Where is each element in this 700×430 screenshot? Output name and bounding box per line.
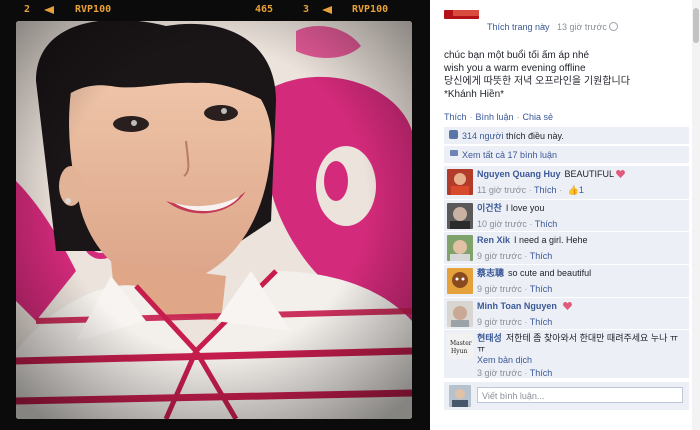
like-page-link[interactable]: Thích trang này [487, 22, 550, 32]
svg-text:Master: Master [450, 340, 472, 347]
commenter-name[interactable]: 이건찬 [477, 203, 502, 213]
comment-time[interactable]: 3 giờ trước [477, 368, 522, 378]
post-header: Thích trang này · 13 giờ trước [435, 10, 690, 32]
commenter-name[interactable]: Ren Xik [477, 235, 510, 245]
comment-item: Nguyen Quang Huy BEAUTIFUL 11 giờ trước ·… [444, 165, 689, 199]
film-label-right: RVP100 [352, 4, 389, 15]
comment-text: 저한테 좀 찾아와서 한대만 때려주세요 누나 ㅠㅠ [477, 333, 679, 354]
comment-item: Minh Toan Nguyen 9 giờ trước · Thích [444, 297, 689, 329]
view-all-comments[interactable]: Xem tất cả 17 bình luận [444, 146, 689, 163]
likes-count-link[interactable]: 314 người [462, 131, 503, 141]
comment-like-link[interactable]: Thích [530, 368, 553, 378]
comment-item: 이건찬 I love you 10 giờ trước · Thích [444, 199, 689, 231]
film-frame-left: 2 [24, 4, 31, 15]
comment-like-link[interactable]: Thích [530, 284, 553, 294]
avatar[interactable] [447, 203, 473, 229]
status-line: *Khánh Hiền* [444, 89, 505, 100]
view-all-comments-text: Xem tất cả 17 bình luận [462, 150, 558, 160]
film-frame-right: 3 [303, 4, 310, 15]
likes-summary: 314 người thích điều này. [444, 127, 689, 144]
status-line: wish you a warm evening offline [444, 63, 586, 74]
separator-dot: · [469, 112, 473, 122]
write-comment-box: Viết bình luận... [444, 382, 689, 410]
clock-icon [608, 22, 618, 31]
comment-time[interactable]: 9 giờ trước [477, 284, 522, 294]
comment-like-count[interactable]: 👍1 [568, 185, 584, 196]
comment-like-link[interactable]: Thích [530, 251, 553, 261]
heart-icon [562, 302, 572, 310]
comment-text: I need a girl. Hehe [514, 235, 588, 245]
thumbs-up-icon [449, 130, 458, 139]
separator-dot: · [516, 112, 520, 122]
film-strip: 2 RVP100 465 3 RVP100 [0, 0, 430, 20]
comment-text: I love you [505, 203, 545, 213]
page-thumbnail-overlay [453, 10, 479, 16]
heart-icon [616, 170, 625, 178]
like-action[interactable]: Thích [444, 112, 467, 122]
comment-action[interactable]: Bình luận [476, 112, 514, 122]
status-line: chúc bạn một buổi tối ấm áp nhé [444, 50, 590, 61]
comment-text: BEAUTIFUL [564, 169, 615, 179]
film-arrow-right-icon [322, 6, 332, 14]
comment-like-link[interactable]: Thích [530, 317, 553, 327]
film-counter: 465 [255, 4, 274, 15]
post-time-text: 13 giờ trước [557, 22, 607, 32]
avatar[interactable] [447, 235, 473, 261]
status-line: 당신에게 따뜻한 저녁 오프라인을 기원합니다 [444, 76, 630, 87]
comment-time[interactable]: 10 giờ trước [477, 219, 527, 229]
comment-like-link[interactable]: Thích [534, 185, 557, 195]
commenter-name[interactable]: Nguyen Quang Huy [477, 169, 561, 179]
post-status-text: chúc bạn một buổi tối ấm áp nhé wish you… [444, 49, 630, 101]
post-time[interactable]: 13 giờ trước [557, 22, 618, 32]
comment-time[interactable]: 9 giờ trước [477, 251, 522, 261]
comment-bubble-icon [450, 150, 458, 156]
post-content: Thích trang này · 13 giờ trước chúc bạn … [435, 6, 693, 430]
svg-text:Hyun: Hyun [451, 348, 467, 355]
share-action[interactable]: Chia sẻ [523, 112, 554, 122]
film-label-left: RVP100 [75, 4, 112, 15]
comment-like-count-value: 1 [578, 185, 584, 195]
commenter-name[interactable]: 현태성 [477, 333, 502, 343]
comment-item: Master Hyun 현태성 저한테 좀 찾아와서 한대만 때려주세요 누나 ㅠㅠ… [444, 329, 689, 378]
comment-text: so cute and beautiful [508, 268, 592, 278]
film-arrow-left-icon [44, 6, 54, 14]
comment-time[interactable]: 11 giờ trước [477, 185, 526, 195]
scrollbar-thumb[interactable] [693, 8, 699, 43]
comment-item: Ren Xik I need a girl. Hehe 9 giờ trước ·… [444, 231, 689, 264]
separator-dot: · [543, 20, 546, 30]
thumbs-up-icon: 👍 [567, 185, 579, 195]
avatar[interactable]: Master Hyun [447, 333, 473, 359]
photo-panel: 2 RVP100 465 3 RVP100 [0, 0, 430, 430]
comment-item: 蔡志聰 so cute and beautiful 9 giờ trước · T… [444, 264, 689, 297]
comment-like-link[interactable]: Thích [535, 219, 558, 229]
comment-input[interactable]: Viết bình luận... [477, 387, 683, 403]
commenter-name[interactable]: 蔡志聰 [477, 268, 504, 278]
avatar [449, 385, 471, 407]
see-translation[interactable]: Xem bản dịch [477, 355, 685, 366]
avatar[interactable] [447, 268, 473, 294]
likes-suffix: thích điều này. [505, 131, 564, 141]
portrait-photo[interactable] [16, 21, 412, 419]
scrollbar[interactable] [692, 0, 700, 430]
post-actions: Thích · Bình luận · Chia sẻ [444, 112, 556, 122]
commenter-name[interactable]: Minh Toan Nguyen [477, 301, 557, 311]
comment-time[interactable]: 9 giờ trước [477, 317, 522, 327]
avatar[interactable] [447, 301, 473, 327]
portrait-illustration [16, 21, 412, 419]
avatar[interactable] [447, 169, 473, 195]
